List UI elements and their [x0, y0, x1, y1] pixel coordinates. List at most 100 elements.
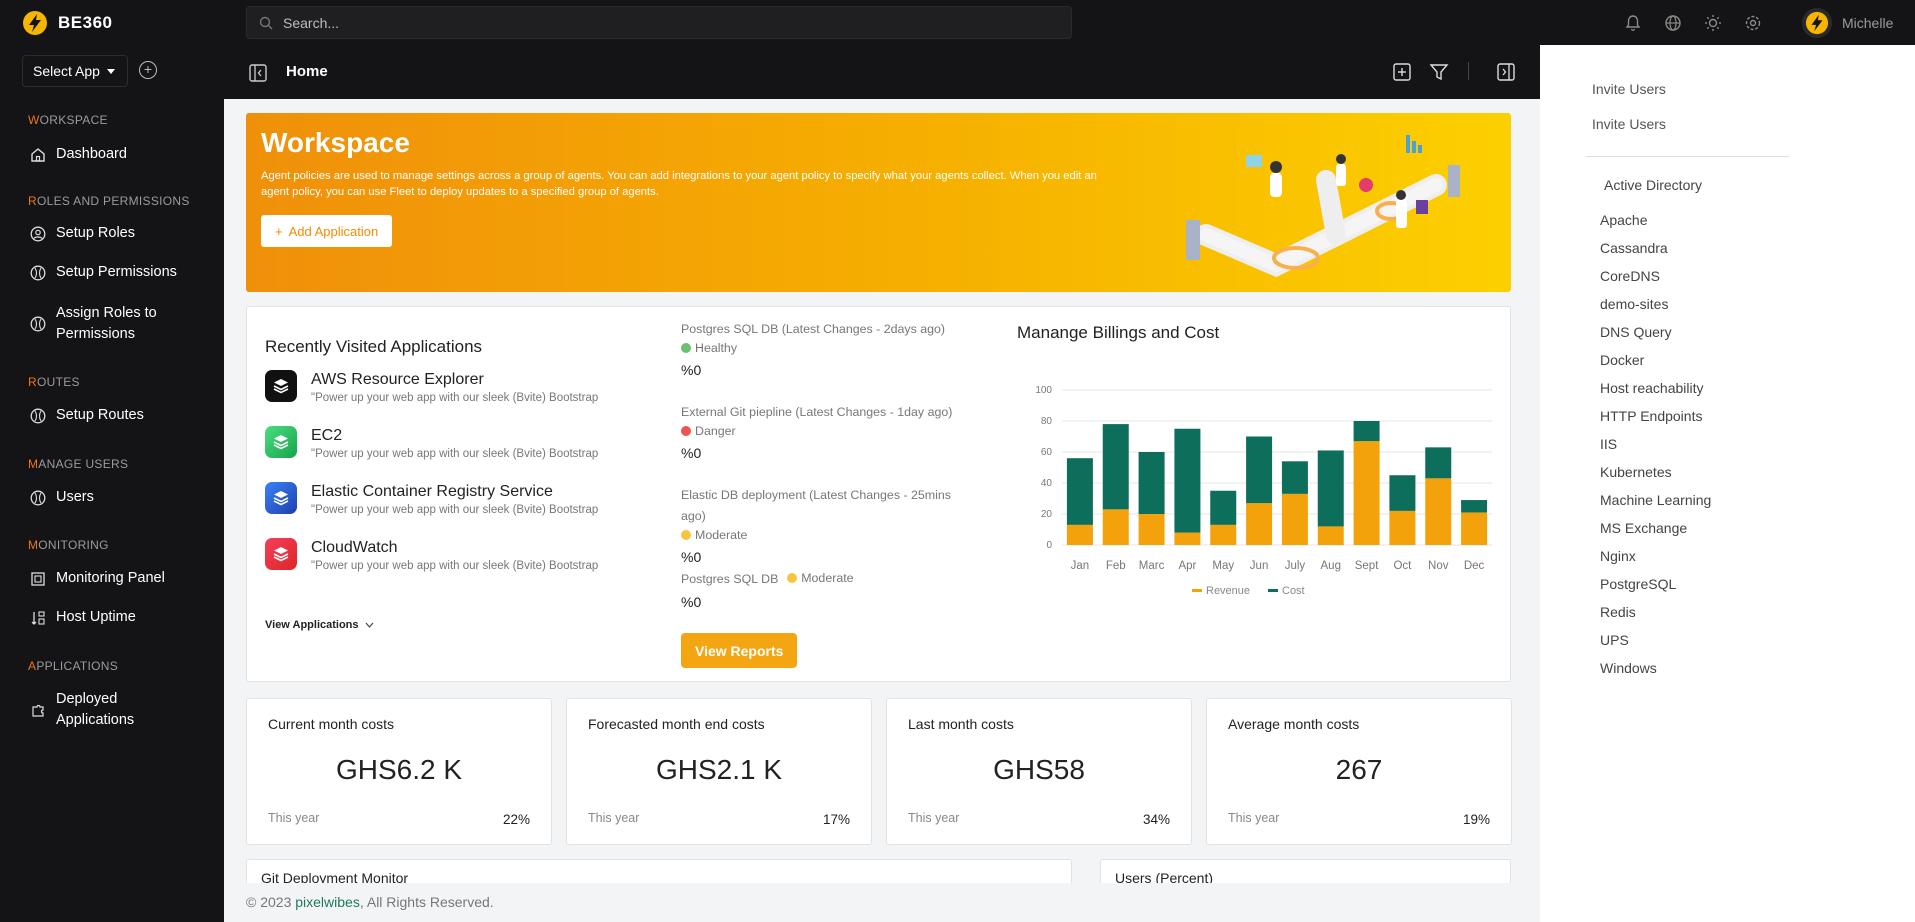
- section-workspace: WORKSPACE: [28, 113, 108, 127]
- list-item[interactable]: AWS Resource Explorer "Power up your web …: [265, 370, 598, 406]
- list-item[interactable]: MS Exchange: [1600, 514, 1711, 542]
- sidebar-item-assign-roles[interactable]: Assign Roles to Permissions: [30, 303, 166, 345]
- search-box[interactable]: [246, 6, 1072, 39]
- list-item[interactable]: Nginx: [1600, 542, 1711, 570]
- x-tick-label: Jan: [1071, 560, 1090, 572]
- user-menu[interactable]: Michelle: [1802, 8, 1893, 38]
- ec2-icon: [265, 426, 297, 458]
- add-app-icon[interactable]: +: [139, 61, 157, 79]
- plus-icon: +: [275, 223, 283, 239]
- workspace-banner: Workspace Agent policies are used to man…: [246, 113, 1511, 292]
- x-tick-label: May: [1212, 560, 1234, 572]
- add-widget-icon[interactable]: [1392, 62, 1412, 82]
- user-circle-icon: [30, 226, 46, 242]
- sidebar-item-monitoring-panel[interactable]: Monitoring Panel: [30, 568, 165, 589]
- status-item: Postgres SQL DB Moderate %0: [681, 571, 854, 610]
- sidebar-item-setup-roles[interactable]: Setup Roles: [30, 223, 135, 244]
- list-item[interactable]: IIS: [1600, 430, 1711, 458]
- sidebar-item-dashboard[interactable]: Dashboard: [30, 144, 127, 165]
- x-tick-label: Dec: [1464, 560, 1485, 572]
- y-tick-label: 40: [1041, 478, 1053, 489]
- section-routes: ROUTES: [28, 375, 80, 389]
- list-item[interactable]: Kubernetes: [1600, 458, 1711, 486]
- x-tick-label: Aug: [1321, 560, 1341, 572]
- breadcrumb[interactable]: Home: [286, 63, 328, 80]
- list-item[interactable]: demo-sites: [1600, 290, 1711, 318]
- stat-card-current: Current month costs GHS6.2 K This year 2…: [246, 698, 552, 845]
- status-dot-icon: [681, 426, 691, 436]
- list-item[interactable]: Apache: [1600, 206, 1711, 234]
- bar-cost: [1353, 421, 1380, 442]
- list-item[interactable]: CloudWatch "Power up your web app with ou…: [265, 538, 598, 574]
- sidebar: Select App + WORKSPACE Dashboard ROLES A…: [0, 45, 224, 922]
- integration-list: Apache Cassandra CoreDNS demo-sites DNS Quer…: [1600, 206, 1711, 682]
- sidebar-item-deployed-applications[interactable]: Deployed Applications: [30, 689, 156, 731]
- view-reports-button[interactable]: View Reports: [681, 633, 798, 668]
- bar-cost: [1102, 424, 1129, 510]
- list-item[interactable]: CoreDNS: [1600, 262, 1711, 290]
- gear-icon[interactable]: [1740, 10, 1765, 35]
- list-item[interactable]: PostgreSQL: [1600, 570, 1711, 598]
- x-tick-label: Apr: [1178, 560, 1196, 572]
- stat-card-last-month: Last month costs GHS58 This year 34%: [886, 698, 1192, 845]
- bar-cost: [1246, 436, 1273, 504]
- select-app-dropdown[interactable]: Select App: [22, 55, 128, 87]
- bar-cost: [1174, 428, 1201, 533]
- invite-users-link[interactable]: Invite Users: [1592, 116, 1666, 132]
- list-item[interactable]: EC2 "Power up your web app with our sleek…: [265, 426, 598, 462]
- sidebar-item-setup-routes[interactable]: Setup Routes: [30, 405, 144, 426]
- sidebar-item-users[interactable]: Users: [30, 487, 94, 508]
- puzzle-icon: [30, 702, 46, 718]
- filter-icon[interactable]: [1429, 62, 1449, 82]
- x-tick-label: Marc: [1139, 560, 1165, 572]
- bar-cost: [1066, 458, 1093, 525]
- view-applications-link[interactable]: View Applications: [265, 619, 374, 631]
- list-item[interactable]: Cassandra: [1600, 234, 1711, 262]
- active-directory-heading[interactable]: Active Directory: [1604, 177, 1702, 193]
- y-tick-label: 60: [1041, 447, 1053, 458]
- search-input[interactable]: [283, 14, 1063, 31]
- legend-swatch: [1268, 589, 1278, 592]
- invite-users-link[interactable]: Invite Users: [1592, 81, 1666, 97]
- brand[interactable]: BE360: [0, 0, 224, 45]
- status-dot-icon: [787, 573, 798, 583]
- list-item[interactable]: Docker: [1600, 346, 1711, 374]
- overview-panel: Recently Visited Applications AWS Resour…: [246, 306, 1511, 682]
- users-icon: [30, 490, 46, 506]
- list-item[interactable]: HTTP Endpoints: [1600, 402, 1711, 430]
- list-item[interactable]: DNS Query: [1600, 318, 1711, 346]
- sun-icon[interactable]: [1700, 10, 1725, 35]
- bar-revenue: [1281, 493, 1308, 545]
- y-tick-label: 100: [1035, 385, 1052, 396]
- route-icon: [30, 408, 46, 424]
- bar-revenue: [1210, 524, 1237, 545]
- bar-revenue: [1425, 478, 1452, 545]
- right-panel-toggle-icon[interactable]: [1496, 62, 1516, 82]
- bar-cost: [1461, 500, 1488, 513]
- bar-cost: [1389, 475, 1416, 511]
- sidebar-item-host-uptime[interactable]: Host Uptime: [30, 607, 136, 628]
- list-item[interactable]: Machine Learning: [1600, 486, 1711, 514]
- list-item[interactable]: Redis: [1600, 598, 1711, 626]
- select-app-label: Select App: [33, 63, 100, 79]
- stat-card-average: Average month costs 267 This year 19%: [1206, 698, 1512, 845]
- y-tick-label: 0: [1046, 540, 1052, 551]
- bar-revenue: [1066, 524, 1093, 545]
- git-deployment-card: Git Deployment Monitor: [246, 859, 1072, 883]
- list-item[interactable]: Host reachability: [1600, 374, 1711, 402]
- status-item: Elastic DB deployment (Latest Changes - …: [681, 488, 951, 565]
- sort-icon: [30, 610, 46, 626]
- sidebar-toggle-icon[interactable]: [248, 63, 268, 88]
- banner-text: Agent policies are used to manage settin…: [261, 170, 1097, 198]
- sidebar-item-setup-permissions[interactable]: Setup Permissions: [30, 262, 177, 283]
- add-application-button[interactable]: + Add Application: [261, 215, 393, 247]
- bell-icon[interactable]: [1620, 10, 1645, 35]
- list-item[interactable]: Windows: [1600, 654, 1711, 682]
- monitor-icon: [30, 571, 46, 587]
- top-bar: BE360 Michelle: [0, 0, 1915, 45]
- list-item[interactable]: Elastic Container Registry Service "Power…: [265, 482, 598, 518]
- bar-revenue: [1102, 509, 1129, 545]
- list-item[interactable]: UPS: [1600, 626, 1711, 654]
- footer-brand-link[interactable]: pixelwibes: [295, 894, 360, 910]
- globe-icon[interactable]: [1660, 10, 1685, 35]
